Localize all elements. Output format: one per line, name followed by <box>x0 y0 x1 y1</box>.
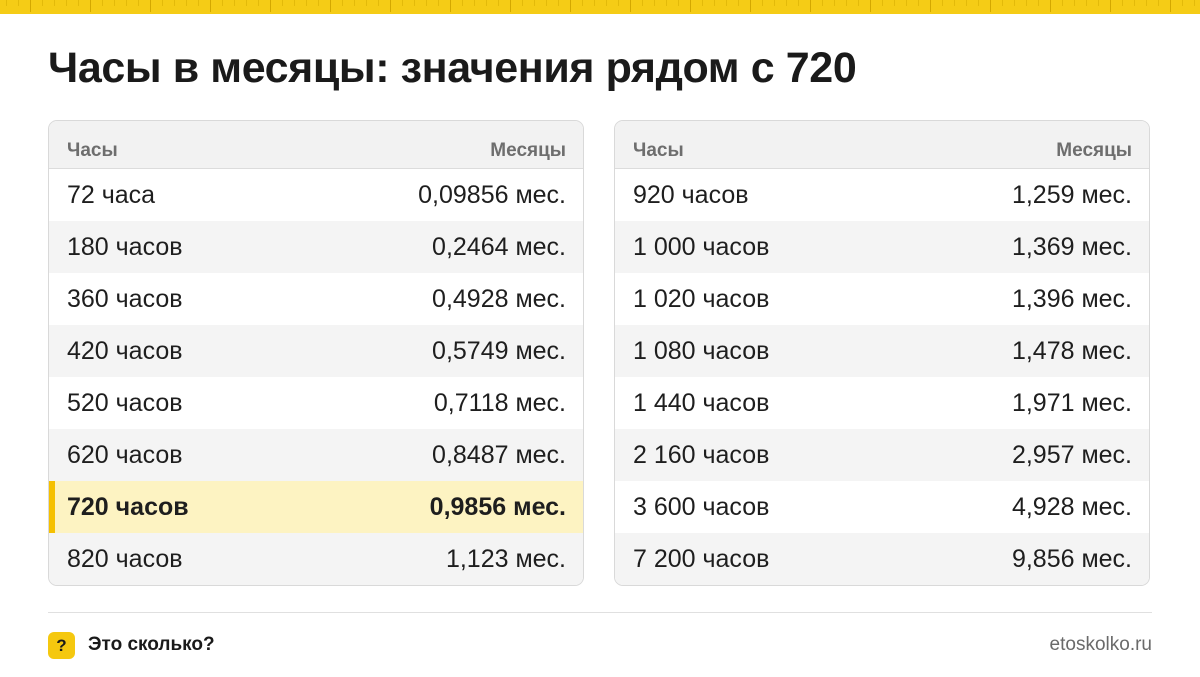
months-cell: 4,928 мес. <box>1011 492 1132 521</box>
hours-cell: 1 440 часов <box>633 388 770 417</box>
column-header-hours: Часы <box>67 140 118 161</box>
months-cell: 0,2464 мес. <box>432 232 566 261</box>
footer-divider <box>48 612 1152 613</box>
table-row: 360 часов 0,4928 мес. <box>49 273 583 325</box>
conversion-table-left: Часы Месяцы 72 часа 0,09856 мес. 180 час… <box>48 120 584 586</box>
months-cell: 0,8487 мес. <box>432 440 566 469</box>
months-cell: 2,957 мес. <box>1011 440 1132 469</box>
table-row: 620 часов 0,8487 мес. <box>49 429 583 481</box>
months-cell: 0,09856 мес. <box>418 180 566 209</box>
column-header-months: Месяцы <box>1056 140 1132 161</box>
hours-cell: 420 часов <box>67 336 183 365</box>
table-row: 420 часов 0,5749 мес. <box>49 325 583 377</box>
ruler-decoration <box>0 0 1200 14</box>
table-header: Часы Месяцы <box>615 121 1149 169</box>
hours-cell: 3 600 часов <box>633 492 770 521</box>
months-cell: 9,856 мес. <box>1011 544 1132 573</box>
hours-cell: 1 000 часов <box>633 232 770 261</box>
table-row: 920 часов 1,259 мес. <box>615 169 1149 221</box>
table-row: 1 080 часов 1,478 мес. <box>615 325 1149 377</box>
table-row: 520 часов 0,7118 мес. <box>49 377 583 429</box>
conversion-table-right: Часы Месяцы 920 часов 1,259 мес. 1 000 ч… <box>614 120 1150 586</box>
months-cell: 0,7118 мес. <box>433 388 566 417</box>
column-header-hours: Часы <box>633 140 684 161</box>
table-body: 920 часов 1,259 мес. 1 000 часов 1,369 м… <box>615 169 1149 585</box>
table-body: 72 часа 0,09856 мес. 180 часов 0,2464 ме… <box>49 169 583 585</box>
months-cell: 1,259 мес. <box>1011 180 1132 209</box>
hours-cell: 1 020 часов <box>633 284 770 313</box>
months-cell: 1,478 мес. <box>1011 336 1132 365</box>
table-row: 180 часов 0,2464 мес. <box>49 221 583 273</box>
months-cell: 0,5749 мес. <box>432 336 566 365</box>
table-row: 1 020 часов 1,396 мес. <box>615 273 1149 325</box>
hours-cell: 920 часов <box>633 180 749 209</box>
hours-cell: 520 часов <box>67 388 183 417</box>
months-cell: 1,971 мес. <box>1011 388 1132 417</box>
hours-cell: 180 часов <box>67 232 183 261</box>
hours-cell: 7 200 часов <box>633 544 770 573</box>
table-row: 2 160 часов 2,957 мес. <box>615 429 1149 481</box>
table-row: 7 200 часов 9,856 мес. <box>615 533 1149 585</box>
column-header-months: Месяцы <box>490 140 566 161</box>
question-icon: ? <box>48 632 75 659</box>
months-cell: 0,4928 мес. <box>432 284 566 313</box>
hours-cell: 1 080 часов <box>633 336 770 365</box>
hours-cell: 2 160 часов <box>633 440 770 469</box>
question-glyph: ? <box>56 635 67 655</box>
page-title: Часы в месяцы: значения рядом с 720 <box>48 44 857 92</box>
months-cell: 0,9856 мес. <box>429 492 566 521</box>
months-cell: 1,123 мес. <box>445 544 566 573</box>
table-row: 72 часа 0,09856 мес. <box>49 169 583 221</box>
hours-cell: 72 часа <box>67 180 156 209</box>
months-cell: 1,369 мес. <box>1011 232 1132 261</box>
table-row: 1 000 часов 1,369 мес. <box>615 221 1149 273</box>
table-row: 3 600 часов 4,928 мес. <box>615 481 1149 533</box>
hours-cell: 620 часов <box>67 440 183 469</box>
table-row: 1 440 часов 1,971 мес. <box>615 377 1149 429</box>
table-row-highlighted: 720 часов 0,9856 мес. <box>49 481 583 533</box>
brand-name: Это сколько? <box>88 634 215 655</box>
table-row: 820 часов 1,123 мес. <box>49 533 583 585</box>
hours-cell: 720 часов <box>67 492 189 521</box>
months-cell: 1,396 мес. <box>1011 284 1132 313</box>
site-url: etoskolko.ru <box>1049 634 1152 655</box>
hours-cell: 820 часов <box>67 544 183 573</box>
hours-cell: 360 часов <box>67 284 183 313</box>
table-header: Часы Месяцы <box>49 121 583 169</box>
